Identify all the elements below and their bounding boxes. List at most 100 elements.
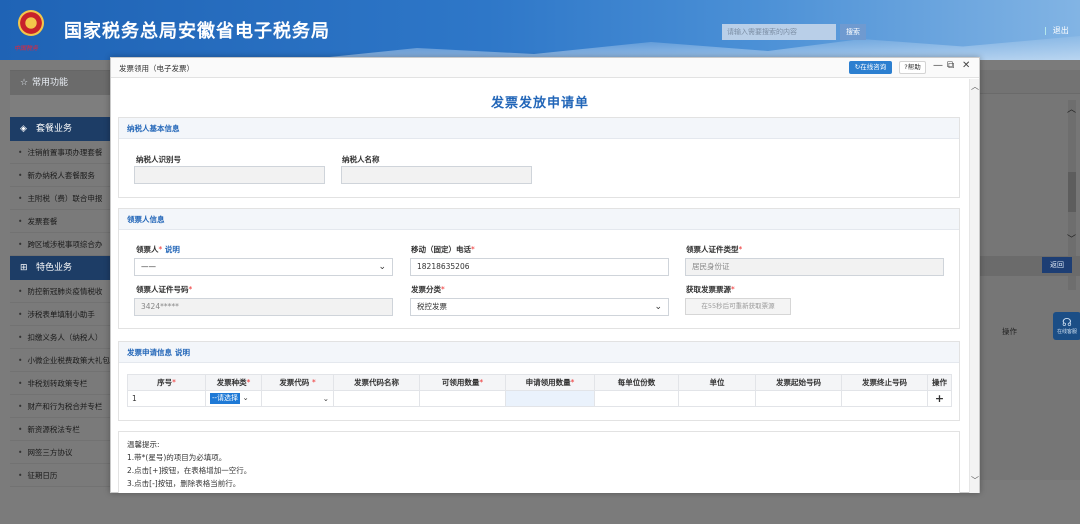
col-unit: 单位 <box>678 374 756 391</box>
sidebar-item[interactable]: 小微企业税费政策大礼包 <box>10 349 110 372</box>
chevron-down-icon: ⌄ <box>242 393 249 402</box>
row-end-no <box>841 390 928 407</box>
background-content-pane: ︿ ﹀ 返回 操作 ☊ 在线客服 <box>978 70 1080 480</box>
restore-icon[interactable]: ⧉ <box>947 60 954 71</box>
minimize-icon[interactable]: — <box>933 60 943 71</box>
online-service-float-button[interactable]: ☊ 在线客服 <box>1053 312 1080 340</box>
sidebar-item[interactable]: 新办纳税人套餐服务 <box>10 164 110 187</box>
col-start-no: 发票起始号码 <box>755 374 842 391</box>
chevron-up-icon[interactable]: ︿ <box>971 81 979 92</box>
sidebar-item[interactable]: 涉税表单填制小助手 <box>10 303 110 326</box>
column-op-label: 操作 <box>1002 327 1017 336</box>
logout-link[interactable]: 退出 <box>1044 25 1069 36</box>
source-label: 获取发票票源* <box>686 285 735 294</box>
sidebar-item[interactable]: 征期日历 <box>10 464 110 487</box>
phone-input[interactable]: 18218635206 <box>410 258 669 276</box>
site-title: 国家税务总局安徽省电子税务局 <box>64 21 330 42</box>
recipient-panel: 领票人信息 领票人* 说明 移动（固定）电话* 领票人证件类型* —— ⌄ 182… <box>118 208 960 329</box>
category-label: 发票分类* <box>411 285 445 294</box>
person-note-link[interactable]: 说明 <box>165 245 180 254</box>
pane-scroll-thumb[interactable] <box>1068 172 1076 212</box>
get-source-button[interactable]: 在55秒后可重新获取票源 <box>685 298 791 315</box>
pane-top-bar <box>978 70 1080 94</box>
col-per-unit: 每单位份数 <box>594 374 679 391</box>
chevron-up-icon[interactable]: ︿ <box>1067 102 1076 115</box>
row-seq: 1 <box>127 390 206 407</box>
application-panel-header: 发票申请信息 说明 <box>119 342 959 363</box>
header-search-button[interactable]: 搜索 <box>840 24 866 40</box>
help-button[interactable]: ?帮助 <box>899 61 926 74</box>
sidebar: ☆常用功能 ◈套餐业务 注销前置事项办理套餐 新办纳税人套餐服务 主附税（费）联… <box>10 70 110 487</box>
sidebar-item[interactable]: 发票套餐 <box>10 210 110 233</box>
close-icon[interactable]: ✕ <box>962 60 970 71</box>
recipient-person-label: 领票人* 说明 <box>136 245 180 254</box>
taxpayer-name-field <box>341 166 532 184</box>
sidebar-special-header[interactable]: ⊞ 特色业务 <box>10 256 110 280</box>
taxpayer-panel-header: 纳税人基本信息 <box>119 118 959 139</box>
sidebar-package-header[interactable]: ◈ 套餐业务 <box>10 117 110 141</box>
application-table: 序号* 发票种类* 发票代码 * 发票代码名称 可领用数量* 申请领用数量* 每… <box>127 374 952 407</box>
modal-titlebar: 发票领用（电子发票） ↻在线咨询 ?帮助 — ⧉ ✕ <box>111 58 979 78</box>
tips-panel: 温馨提示: 1.带*(星号)的项目为必填项。 2.点击[+]按钮，在表格增加一空… <box>118 431 960 493</box>
phone-label: 移动（固定）电话* <box>411 245 475 254</box>
add-row-button[interactable]: + <box>927 390 952 407</box>
tips-line: 3.点击[-]按钮，删除表格当前行。 <box>127 479 241 488</box>
grid-icon: ⊞ <box>20 263 28 273</box>
col-available: 可领用数量* <box>419 374 506 391</box>
id-type-field: 居民身份证 <box>685 258 944 276</box>
tips-line: 1.带*(星号)的项目为必填项。 <box>127 453 227 462</box>
page-bottom-shade <box>0 493 1080 524</box>
id-no-label: 领票人证件号码* <box>136 285 193 294</box>
modal-title: 发票领用（电子发票） <box>119 64 194 73</box>
chevron-down-icon: ⌄ <box>654 302 662 312</box>
row-code-select[interactable]: ⌄ <box>261 390 334 407</box>
form-title: 发票发放申请单 <box>490 96 589 111</box>
row-request-input[interactable] <box>505 390 595 407</box>
online-consult-button[interactable]: ↻在线咨询 <box>849 61 892 74</box>
col-code-name: 发票代码名称 <box>333 374 420 391</box>
row-unit <box>678 390 756 407</box>
row-start-no <box>755 390 842 407</box>
row-code-name <box>333 390 420 407</box>
table-row: 1 --请选择 ⌄ ⌄ + <box>127 390 952 407</box>
sidebar-item[interactable]: 主附税（费）联合申报 <box>10 187 110 210</box>
headset-icon: ☊ <box>1062 316 1072 329</box>
col-code: 发票代码 * <box>261 374 334 391</box>
sidebar-item[interactable]: 新资源税法专栏 <box>10 418 110 441</box>
sidebar-item[interactable]: 财产和行为税合并专栏 <box>10 395 110 418</box>
taxpayer-id-label: 纳税人识别号 <box>136 155 181 164</box>
modal-scrollbar[interactable]: ︿ ﹀ <box>969 79 979 493</box>
chevron-down-icon: ⌄ <box>322 394 329 403</box>
taxpayer-name-label: 纳税人名称 <box>342 155 380 164</box>
modal-body: 发票发放申请单 纳税人基本信息 纳税人识别号 纳税人名称 领票人信息 领票人* … <box>111 79 979 493</box>
col-type: 发票种类* <box>205 374 262 391</box>
recipient-person-select[interactable]: —— ⌄ <box>134 258 393 276</box>
col-end-no: 发票终止号码 <box>841 374 928 391</box>
star-icon: ☆ <box>20 78 29 88</box>
application-note-link[interactable]: 说明 <box>175 348 190 357</box>
sidebar-item[interactable]: 防控新冠肺炎疫情税收 <box>10 280 110 303</box>
application-panel: 发票申请信息 说明 序号* 发票种类* 发票代码 * 发票代码名称 可领用数量* … <box>118 341 960 421</box>
row-type-select[interactable]: --请选择 ⌄ <box>205 390 262 407</box>
sidebar-item[interactable]: 注销前置事项办理套餐 <box>10 141 110 164</box>
id-type-label: 领票人证件类型* <box>686 245 743 254</box>
sidebar-common-body <box>10 95 110 117</box>
category-select[interactable]: 税控发票 ⌄ <box>410 298 669 316</box>
sidebar-item[interactable]: 网签三方协议 <box>10 441 110 464</box>
chevron-down-icon[interactable]: ﹀ <box>1067 232 1076 245</box>
recipient-panel-header: 领票人信息 <box>119 209 959 230</box>
sidebar-item[interactable]: 跨区域涉税事项综合办 <box>10 233 110 256</box>
tax-emblem-icon <box>18 10 44 40</box>
taxpayer-panel: 纳税人基本信息 纳税人识别号 纳税人名称 <box>118 117 960 198</box>
header-search-input[interactable]: 请输入需要搜索的内容 <box>722 24 836 40</box>
back-button[interactable]: 返回 <box>1042 257 1072 273</box>
col-request: 申请领用数量* <box>505 374 595 391</box>
sidebar-item[interactable]: 扣缴义务人（纳税人） <box>10 326 110 349</box>
tips-line: 2.点击[+]按钮，在表格增加一空行。 <box>127 466 252 475</box>
chevron-down-icon[interactable]: ﹀ <box>971 475 979 486</box>
taxpayer-id-field <box>134 166 325 184</box>
sidebar-item[interactable]: 非税划转政策专栏 <box>10 372 110 395</box>
col-op: 操作 <box>927 374 952 391</box>
id-no-field: 3424***** <box>134 298 393 316</box>
sidebar-common-header[interactable]: ☆ 常用功能 <box>10 71 110 95</box>
